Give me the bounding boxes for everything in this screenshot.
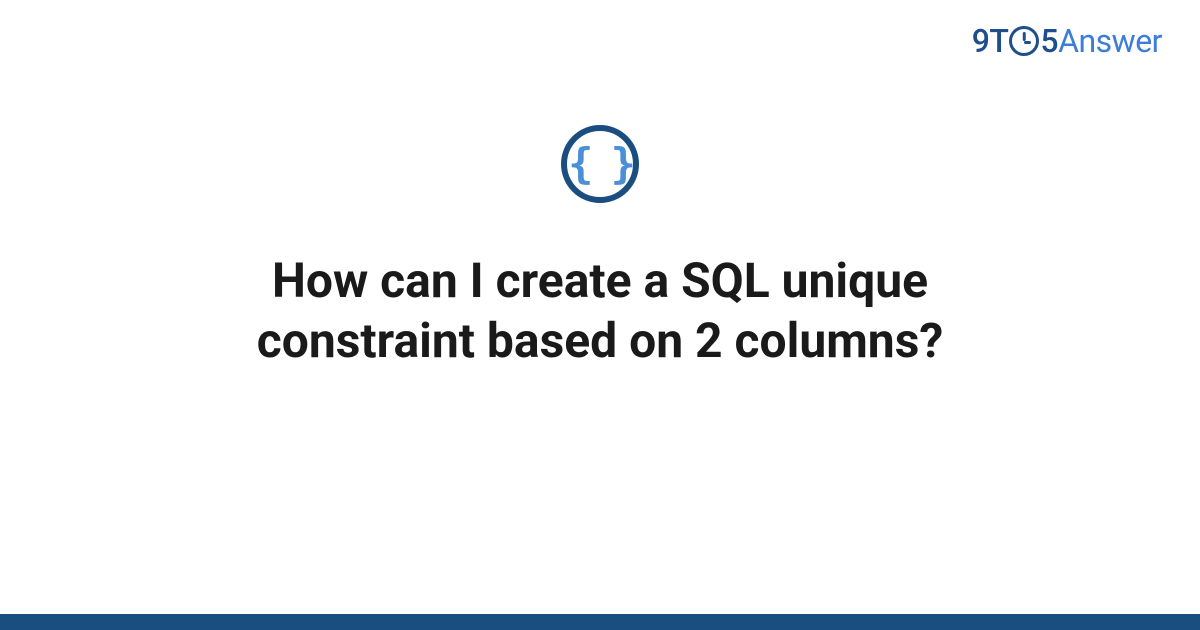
- category-badge: { }: [561, 125, 639, 203]
- main-content: { } How can I create a SQL unique constr…: [0, 125, 1200, 371]
- code-braces-icon: { }: [568, 143, 632, 185]
- site-header: 9T 5Answer: [972, 22, 1162, 60]
- footer-accent-bar: [0, 614, 1200, 630]
- logo-text-5: 5: [1040, 22, 1058, 60]
- question-title: How can I create a SQL unique constraint…: [140, 251, 1060, 371]
- logo-text-answer: Answer: [1058, 22, 1162, 60]
- logo-text-9t: 9T: [972, 22, 1009, 60]
- site-logo[interactable]: 9T 5Answer: [972, 22, 1162, 60]
- clock-icon: [1009, 26, 1039, 56]
